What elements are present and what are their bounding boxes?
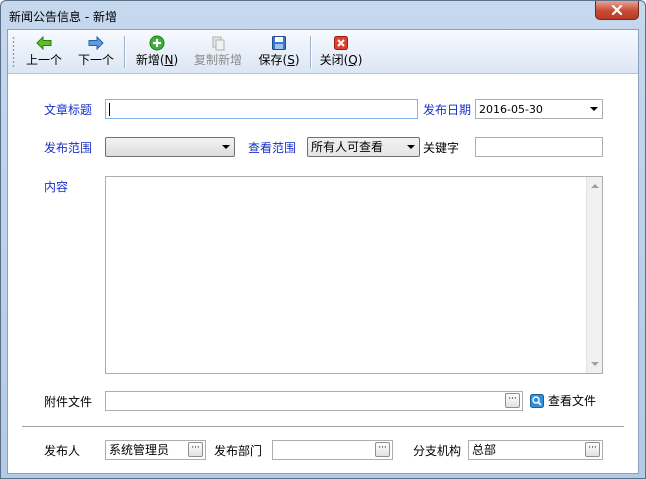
publisher-browse-button[interactable]: ··· [188,442,203,457]
arrow-left-icon [36,36,52,50]
content-label: 内容 [44,180,69,194]
content-scrollbar[interactable] [586,177,602,373]
dialog-window: 新闻公告信息 - 新增 上一个 下一个 新增(N) 复制新增 保存(S) 关闭(… [0,0,646,479]
title-input[interactable] [105,99,418,119]
attachment-browse-button[interactable]: ··· [505,393,520,408]
toolbar: 上一个 下一个 新增(N) 复制新增 保存(S) 关闭(Q) [8,30,638,74]
add-circle-icon [149,35,165,51]
keyword-input[interactable] [475,137,603,157]
chevron-down-icon [407,145,415,149]
text-caret [109,103,110,116]
publisher-input[interactable]: 系统管理员 ··· [105,440,206,460]
close-label: 关闭(Q) [319,53,363,67]
copy-icon [212,36,225,51]
publish-scope-select[interactable] [105,137,235,157]
new-label: 新增(N) [135,53,179,67]
view-file-link[interactable]: 查看文件 [530,392,596,409]
branch-label: 分支机构 [413,444,462,458]
publish-scope-label: 发布范围 [44,141,93,155]
attachment-input[interactable]: ··· [105,391,523,411]
toolbar-grip[interactable] [12,36,15,68]
dept-label: 发布部门 [214,444,263,458]
publish-date-label: 发布日期 [423,103,472,117]
attachment-label: 附件文件 [44,395,93,409]
window-close-button[interactable] [595,1,639,20]
next-label: 下一个 [77,53,114,67]
floppy-disk-icon [272,36,286,50]
close-x-icon [611,5,623,15]
content-textarea[interactable] [105,176,603,374]
title-label: 文章标题 [44,103,93,117]
client-area: 上一个 下一个 新增(N) 复制新增 保存(S) 关闭(Q) 文章标题 发布日期… [7,29,639,474]
toolbar-separator [310,36,311,68]
view-scope-select[interactable]: 所有人可查看 [307,137,420,157]
window-title: 新闻公告信息 - 新增 [9,10,117,24]
copy-new-label: 复制新增 [193,53,242,67]
prev-label: 上一个 [25,53,62,67]
keyword-label: 关键字 [423,141,460,155]
close-square-icon [334,36,348,50]
new-button[interactable]: 新增(N) [134,34,180,70]
view-scope-label: 查看范围 [248,141,297,155]
chevron-down-icon [590,107,598,111]
branch-input[interactable]: 总部 ··· [468,440,603,460]
next-button[interactable]: 下一个 [74,34,118,70]
scroll-down-icon[interactable] [591,362,599,366]
title-bar[interactable]: 新闻公告信息 - 新增 [1,1,645,29]
branch-browse-button[interactable]: ··· [585,442,600,457]
chevron-down-icon [222,145,230,149]
dept-browse-button[interactable]: ··· [375,442,390,457]
copy-new-button[interactable]: 复制新增 [192,34,244,70]
arrow-right-icon [88,36,104,50]
dept-input[interactable]: ··· [272,440,393,460]
view-file-label: 查看文件 [548,394,597,408]
close-button[interactable]: 关闭(Q) [318,34,364,70]
save-button[interactable]: 保存(S) [256,34,302,70]
form-divider [22,426,624,427]
magnifier-icon [530,393,544,408]
news-form: 文章标题 发布日期 2016-05-30 发布范围 查看范围 所有人可查看 关键… [8,74,638,473]
publish-date-picker[interactable]: 2016-05-30 [475,99,603,119]
toolbar-separator [124,36,125,68]
publisher-label: 发布人 [44,444,81,458]
scroll-up-icon[interactable] [591,184,599,188]
prev-button[interactable]: 上一个 [22,34,66,70]
save-label: 保存(S) [258,53,300,67]
